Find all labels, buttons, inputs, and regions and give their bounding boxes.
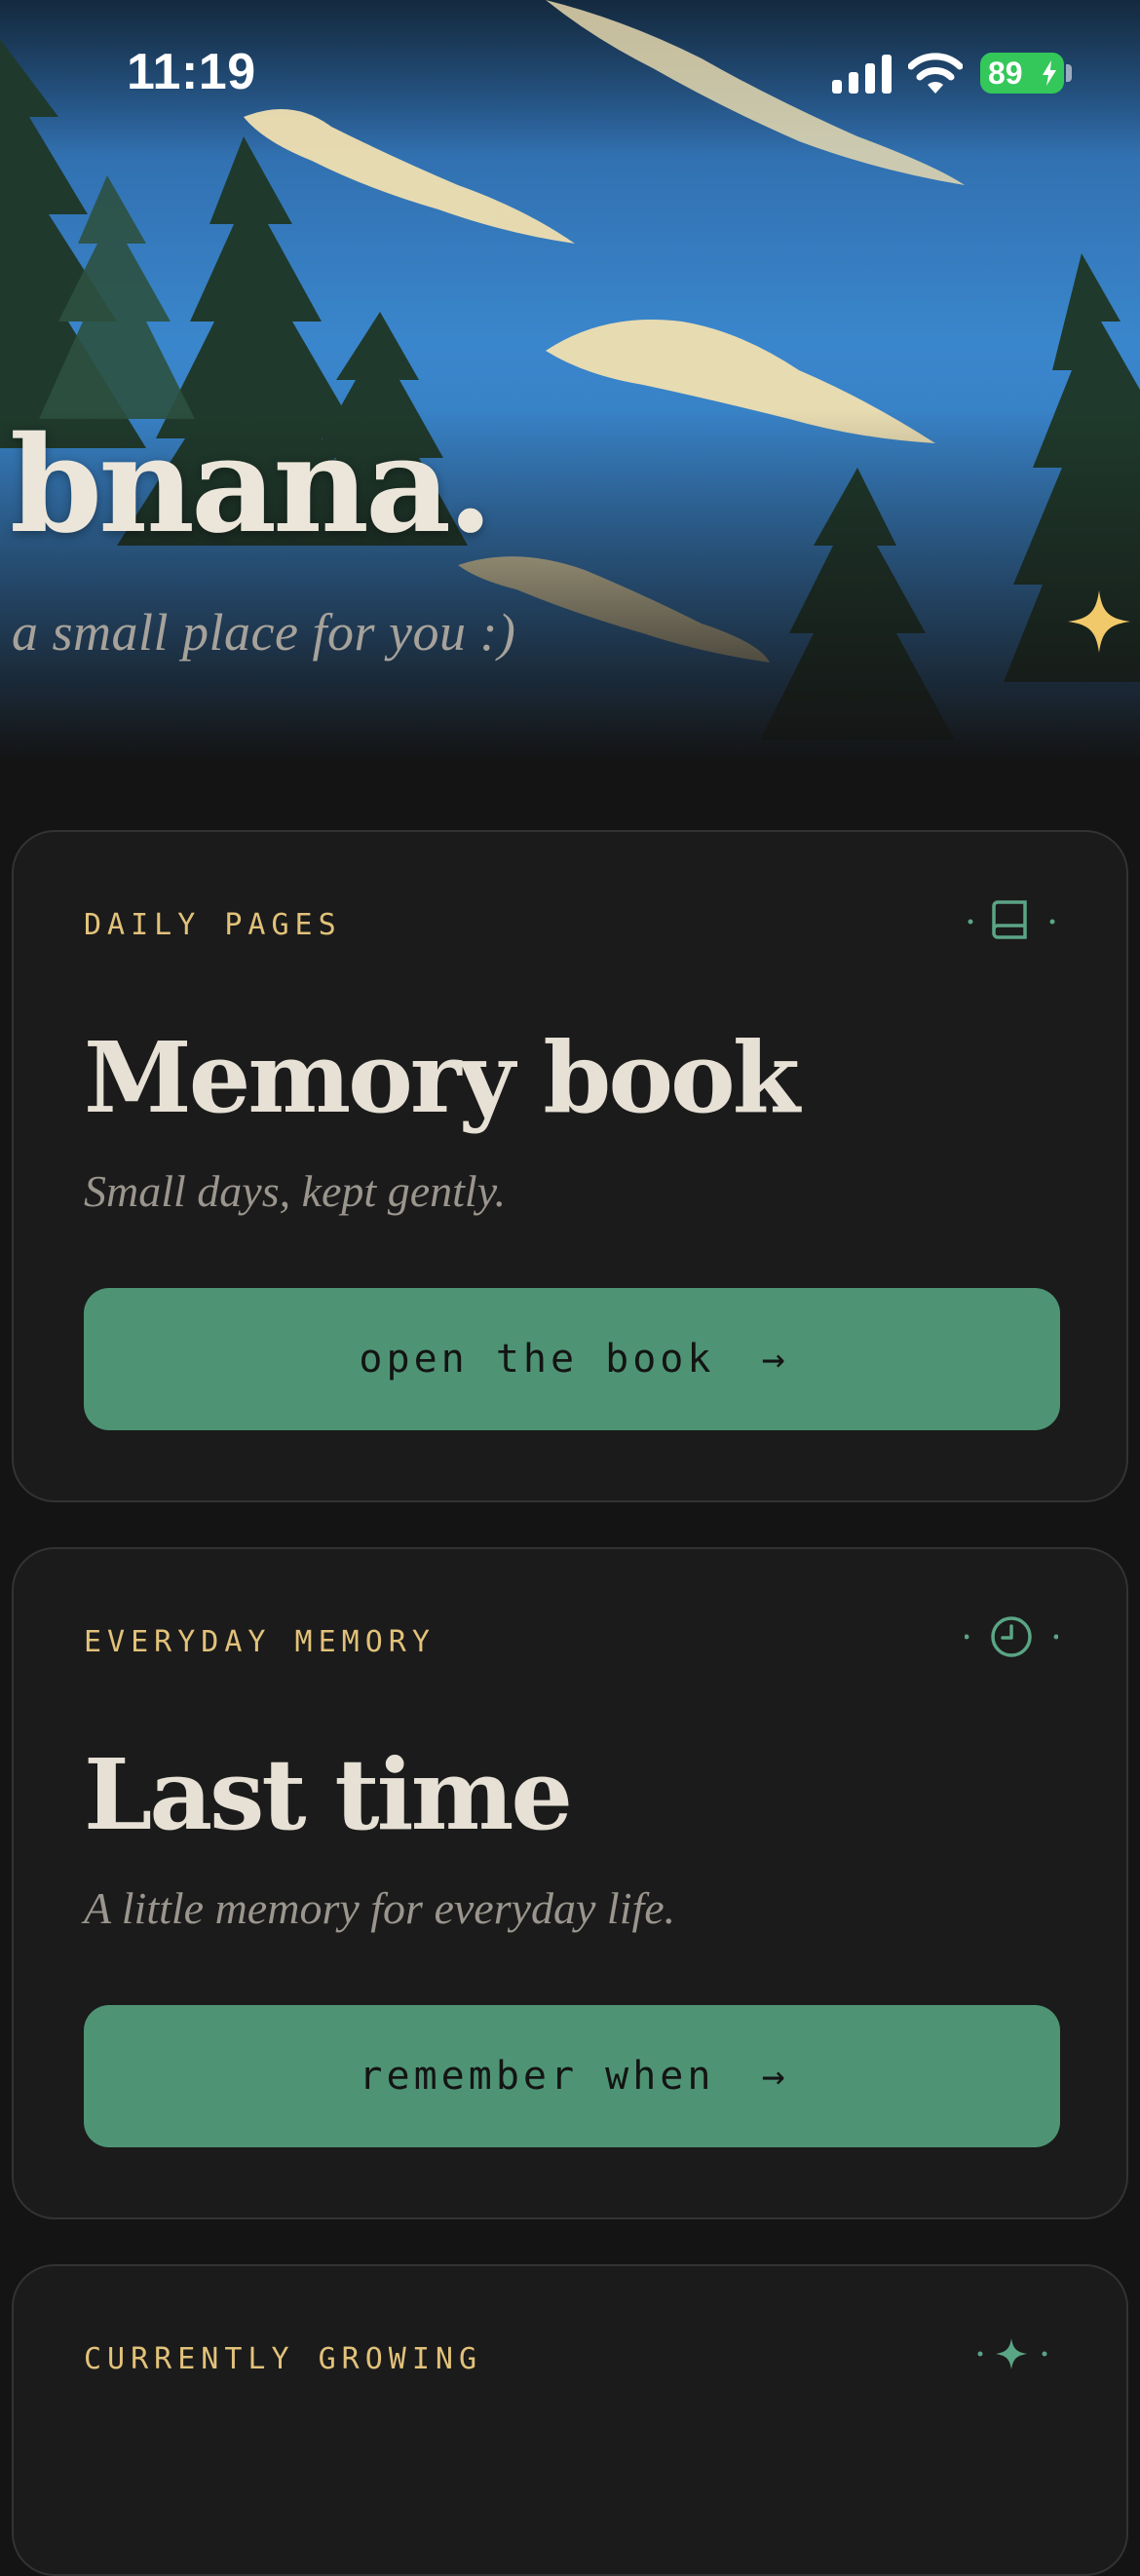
app-tagline: a small place for you :) — [12, 603, 516, 662]
arrow-right-icon: → — [761, 1337, 785, 1382]
currently-growing-card: CURRENTLY GROWING — [12, 2264, 1128, 2576]
button-label: remember when — [359, 2054, 715, 2099]
card-subtitle: A little memory for everyday life. — [84, 1883, 676, 1933]
sparkle-icon — [1068, 590, 1130, 653]
card-subtitle: Small days, kept gently. — [84, 1166, 507, 1216]
arrow-right-icon: → — [761, 2054, 785, 2099]
button-label: open the book — [359, 1337, 715, 1382]
sparkle-icon — [965, 2325, 1058, 2383]
status-bar: 11:19 89 — [0, 0, 1140, 146]
card-title: Last time — [84, 1737, 573, 1852]
wifi-icon — [908, 53, 963, 94]
card-eyebrow: EVERYDAY MEMORY — [84, 1625, 436, 1659]
signal-icon — [832, 55, 892, 94]
memory-book-card: DAILY PAGES Memory book Small days, kept… — [12, 830, 1128, 1502]
battery-icon: 89 — [980, 53, 1064, 94]
app-title: bnana. — [10, 407, 493, 563]
book-icon — [965, 890, 1058, 949]
charging-bolt-icon — [1043, 60, 1056, 86]
clock-icon — [965, 1608, 1058, 1666]
remember-when-button[interactable]: remember when → — [84, 2005, 1060, 2147]
battery-cap — [1066, 64, 1072, 82]
last-time-card: EVERYDAY MEMORY Last time A little memor… — [12, 1547, 1128, 2219]
battery-level: 89 — [988, 56, 1023, 91]
status-time: 11:19 — [127, 44, 256, 100]
card-eyebrow: CURRENTLY GROWING — [84, 2342, 483, 2376]
card-eyebrow: DAILY PAGES — [84, 908, 342, 942]
open-book-button[interactable]: open the book → — [84, 1288, 1060, 1430]
card-title: Memory book — [84, 1020, 800, 1135]
